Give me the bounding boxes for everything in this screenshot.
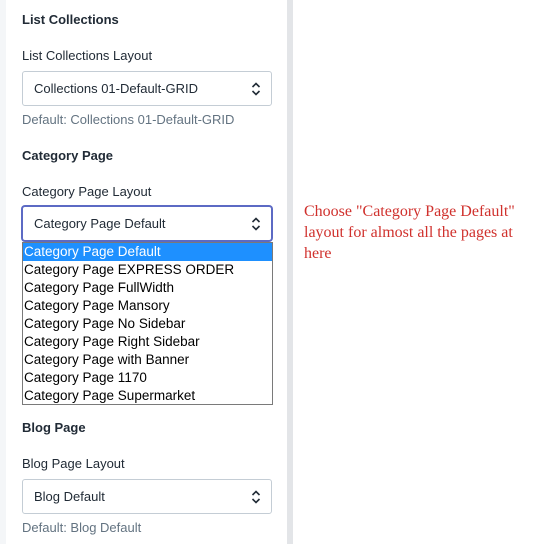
up-down-chevron-icon	[251, 217, 261, 231]
section-title-category-page: Category Page	[22, 148, 114, 163]
category-page-layout-select[interactable]: Category Page Default	[22, 206, 272, 241]
list-collections-layout-label: List Collections Layout	[22, 48, 153, 63]
dropdown-option[interactable]: Category Page 1170	[23, 369, 272, 387]
blog-page-layout-label: Blog Page Layout	[22, 456, 125, 471]
panel-scrollbar[interactable]	[287, 0, 293, 544]
dropdown-option[interactable]: Category Page FullWidth	[23, 279, 272, 297]
dropdown-option[interactable]: Category Page Right Sidebar	[23, 333, 272, 351]
category-page-layout-value: Category Page Default	[34, 216, 166, 231]
blog-page-layout-value: Blog Default	[34, 489, 105, 504]
annotation-note: Choose "Category Page Default" layout fo…	[304, 203, 515, 262]
list-collections-layout-select[interactable]: Collections 01-Default-GRID	[22, 71, 272, 106]
dropdown-option[interactable]: Category Page Supermarket	[23, 387, 272, 405]
section-title-list-collections: List Collections	[22, 12, 119, 27]
panel-left-edge	[0, 0, 6, 544]
dropdown-option[interactable]: Category Page EXPRESS ORDER	[23, 261, 272, 279]
dropdown-option[interactable]: Category Page with Banner	[23, 351, 272, 369]
dropdown-option[interactable]: Category Page Default	[23, 243, 272, 261]
list-collections-layout-value: Collections 01-Default-GRID	[34, 81, 199, 96]
dropdown-option[interactable]: Category Page No Sidebar	[23, 315, 272, 333]
up-down-chevron-icon	[251, 490, 261, 504]
up-down-chevron-icon	[251, 82, 261, 96]
category-page-layout-label: Category Page Layout	[22, 184, 152, 199]
category-page-layout-dropdown: Category Page Default Category Page EXPR…	[22, 242, 273, 405]
list-collections-layout-help: Default: Collections 01-Default-GRID	[22, 112, 235, 127]
blog-page-layout-select[interactable]: Blog Default	[22, 479, 272, 514]
section-title-blog-page: Blog Page	[22, 420, 86, 435]
blog-page-layout-help: Default: Blog Default	[22, 520, 142, 535]
dropdown-option[interactable]: Category Page Mansory	[23, 297, 272, 315]
